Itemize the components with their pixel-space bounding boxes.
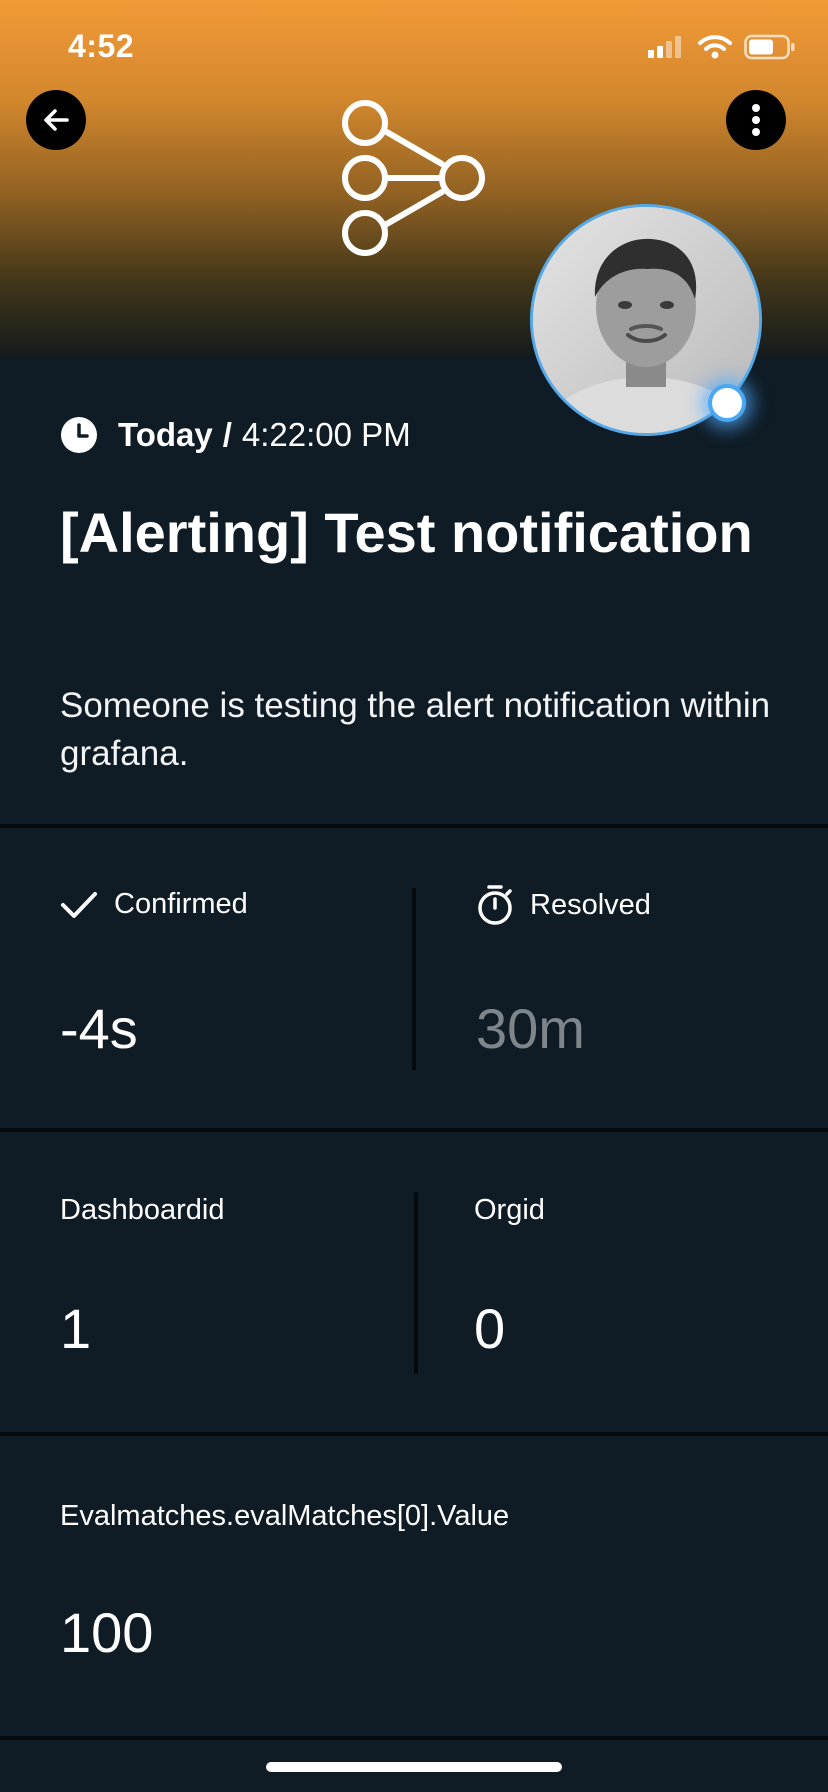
evalmatches-value: 100 <box>60 1601 154 1664</box>
confirmed-value: -4s <box>60 997 138 1060</box>
online-status-dot <box>708 384 746 422</box>
section-divider <box>0 1432 828 1436</box>
resolved-label: Resolved <box>476 884 651 926</box>
clock-icon <box>60 416 98 454</box>
user-avatar[interactable] <box>530 204 762 436</box>
confirmed-label-text: Confirmed <box>114 888 248 920</box>
status-time: 4:52 <box>68 28 135 64</box>
status-icons <box>646 34 796 60</box>
arrow-left-icon <box>44 109 69 131</box>
section-divider <box>0 1736 828 1740</box>
timestamp-day: Today <box>118 416 213 453</box>
section-divider <box>0 1128 828 1132</box>
alert-title: [Alerting] Test notification <box>60 501 753 564</box>
confirmed-label: Confirmed <box>60 888 248 921</box>
stopwatch-icon <box>478 885 512 925</box>
more-options-button[interactable] <box>726 90 786 150</box>
home-indicator[interactable] <box>266 1762 562 1772</box>
alert-timestamp: Today / 4:22:00 PM <box>60 416 411 454</box>
timestamp-separator: / <box>222 416 232 453</box>
status-bar: 4:52 <box>0 0 828 96</box>
cellular-signal-icon <box>648 36 681 58</box>
wifi-icon <box>698 35 732 59</box>
orgid-value: 0 <box>474 1297 506 1360</box>
battery-icon <box>744 34 795 60</box>
orgid-label: Orgid <box>474 1194 545 1226</box>
more-vertical-icon <box>752 104 760 136</box>
column-divider <box>414 1192 418 1374</box>
dashboardid-label: Dashboardid <box>60 1194 225 1226</box>
network-graph-icon <box>342 100 485 256</box>
resolved-label-text: Resolved <box>530 888 651 921</box>
section-divider <box>0 824 828 828</box>
checkmark-icon <box>61 891 97 918</box>
alert-description: Someone is testing the alert notificatio… <box>60 686 771 773</box>
column-divider <box>412 888 416 1070</box>
dashboardid-value: 1 <box>60 1297 92 1360</box>
evalmatches-label: Evalmatches.evalMatches[0].Value <box>60 1500 510 1532</box>
timestamp-time: 4:22:00 PM <box>241 416 411 453</box>
back-button[interactable] <box>26 90 86 150</box>
resolved-value: 30m <box>476 997 585 1060</box>
